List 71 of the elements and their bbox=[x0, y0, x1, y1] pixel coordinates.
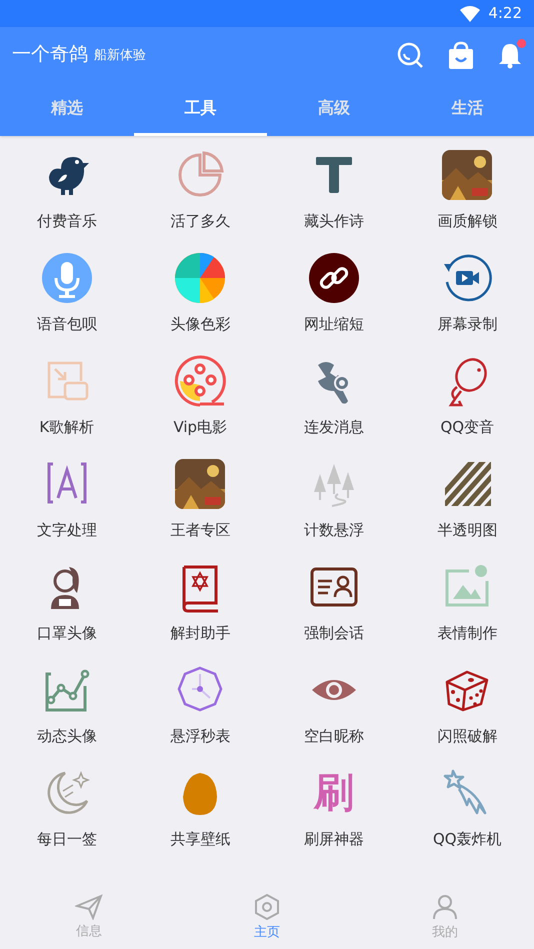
app-subtitle: 船新体验 bbox=[94, 46, 146, 65]
tool-label: 动态头像 bbox=[36, 726, 97, 747]
tool-label: Vip电影 bbox=[173, 417, 228, 438]
tool-item[interactable]: 半透明图 bbox=[400, 453, 534, 556]
status-time: 4:22 bbox=[488, 3, 522, 24]
tool-label: 头像色彩 bbox=[170, 314, 230, 335]
tool-item[interactable]: QQ变音 bbox=[400, 350, 534, 453]
tool-label: 口罩头像 bbox=[36, 623, 97, 644]
tool-item[interactable]: 动态头像 bbox=[0, 659, 134, 762]
tool-label: 空白昵称 bbox=[304, 726, 364, 747]
tool-item[interactable]: 空白昵称 bbox=[267, 659, 400, 762]
tool-label: 刷屏神器 bbox=[304, 829, 364, 850]
tool-item[interactable]: 每日一签 bbox=[0, 762, 134, 865]
tool-label: 藏头作诗 bbox=[304, 211, 364, 232]
tool-label: QQ变音 bbox=[440, 417, 494, 438]
wifi-icon bbox=[460, 6, 480, 22]
tool-label: 共享壁纸 bbox=[170, 829, 230, 850]
tool-item[interactable]: K歌解析 bbox=[0, 350, 134, 453]
app-title: 一个奇鸽 bbox=[12, 42, 88, 68]
tool-label: 表情制作 bbox=[437, 623, 498, 644]
tool-label: 半透明图 bbox=[437, 520, 498, 541]
tool-label: 解封助手 bbox=[170, 623, 230, 644]
tool-item[interactable]: 闪照破解 bbox=[400, 659, 534, 762]
tool-label: QQ轰炸机 bbox=[432, 829, 502, 850]
tool-label: 王者专区 bbox=[170, 520, 230, 541]
tool-item[interactable]: 头像色彩 bbox=[134, 247, 267, 350]
tool-item[interactable]: 悬浮秒表 bbox=[134, 659, 267, 762]
tool-item[interactable]: 付费音乐 bbox=[0, 144, 134, 247]
tool-label: 计数悬浮 bbox=[304, 520, 364, 541]
brush-glyph: 刷 bbox=[312, 768, 355, 818]
tool-label: 悬浮秒表 bbox=[170, 726, 230, 747]
tool-item[interactable]: 画质解锁 bbox=[400, 144, 534, 247]
tool-item[interactable]: 共享壁纸 bbox=[134, 762, 267, 865]
microphone-icon bbox=[40, 252, 93, 304]
tool-label: 强制会话 bbox=[304, 623, 364, 644]
tool-item[interactable]: 强制会话 bbox=[267, 556, 400, 659]
film-reel-icon bbox=[174, 355, 226, 407]
tool-label: 文字处理 bbox=[36, 520, 97, 541]
link-icon bbox=[308, 252, 360, 304]
person-icon bbox=[432, 893, 458, 922]
tool-label: 网址缩短 bbox=[304, 314, 364, 335]
tool-label: 连发消息 bbox=[304, 417, 364, 438]
tool-item[interactable]: 连发消息 bbox=[267, 350, 400, 453]
tool-item[interactable]: 王者专区 bbox=[134, 453, 267, 556]
tool-item[interactable]: 表情制作 bbox=[400, 556, 534, 659]
color-wheel-icon bbox=[174, 252, 226, 304]
tool-item[interactable]: 藏头作诗 bbox=[267, 144, 400, 247]
tool-item[interactable]: 语音包呗 bbox=[0, 247, 134, 350]
tool-item[interactable]: 活了多久 bbox=[134, 144, 267, 247]
tool-label: K歌解析 bbox=[39, 417, 94, 438]
tool-item[interactable]: 文字处理 bbox=[0, 453, 134, 556]
tool-label: 活了多久 bbox=[170, 211, 230, 232]
tool-item[interactable]: 计数悬浮 bbox=[267, 453, 400, 556]
tool-item[interactable]: 屏幕录制 bbox=[400, 247, 534, 350]
tool-label: 付费音乐 bbox=[36, 211, 97, 232]
tool-label: 屏幕录制 bbox=[437, 314, 498, 335]
tool-label: 每日一签 bbox=[36, 829, 97, 850]
tool-label: 画质解锁 bbox=[437, 211, 498, 232]
tool-label: 闪照破解 bbox=[437, 726, 498, 747]
tool-item[interactable]: 网址缩短 bbox=[267, 247, 400, 350]
send-icon bbox=[75, 894, 103, 920]
tool-item[interactable]: QQ轰炸机 bbox=[400, 762, 534, 865]
tool-item[interactable]: 解封助手 bbox=[134, 556, 267, 659]
tool-label: 语音包呗 bbox=[36, 314, 97, 335]
tool-item[interactable]: 口罩头像 bbox=[0, 556, 134, 659]
tool-item[interactable]: 刷 刷屏神器 bbox=[267, 762, 400, 865]
search-icon[interactable] bbox=[396, 40, 424, 68]
tool-item[interactable]: Vip电影 bbox=[134, 350, 267, 453]
shopping-bag-icon[interactable] bbox=[448, 40, 474, 68]
video-camera-icon bbox=[441, 252, 494, 304]
hexagon-icon bbox=[254, 893, 280, 922]
